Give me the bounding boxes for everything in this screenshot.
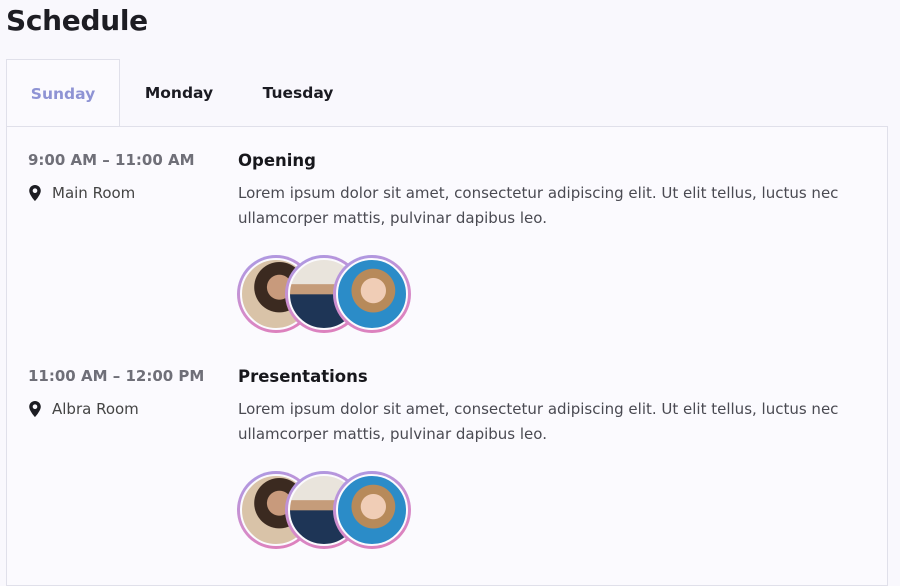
session-description: Lorem ipsum dolor sit amet, consectetur … [238, 184, 839, 227]
session-location: Main Room [28, 184, 135, 202]
schedule-panel: 9:00 AM – 11:00 AM Main Room Opening Lor… [6, 126, 888, 586]
location-label: Main Room [52, 184, 136, 202]
day-tabs: Sunday Monday Tuesday [6, 59, 358, 128]
session-description: Lorem ipsum dolor sit amet, consectetur … [238, 400, 839, 443]
tab-sunday[interactable]: Sunday [6, 59, 120, 128]
location-label: Albra Room [52, 400, 139, 418]
session-time: 11:00 AM – 12:00 PM [28, 367, 205, 385]
tab-monday[interactable]: Monday [120, 59, 238, 127]
tab-tuesday[interactable]: Tuesday [238, 59, 358, 127]
session-location: Albra Room [28, 400, 139, 418]
speaker-avatar[interactable] [333, 255, 411, 333]
session-item: 9:00 AM – 11:00 AM Main Room Opening Lor… [7, 127, 887, 337]
session-time: 9:00 AM – 11:00 AM [28, 151, 195, 169]
map-pin-icon [29, 401, 41, 417]
session-item: 11:00 AM – 12:00 PM Albra Room Presentat… [7, 343, 887, 553]
speaker-avatars [237, 255, 417, 333]
map-pin-icon [29, 185, 41, 201]
speaker-avatar[interactable] [333, 471, 411, 549]
page-title: Schedule [6, 4, 148, 37]
session-title: Presentations [238, 367, 368, 386]
speaker-avatars [237, 471, 417, 549]
session-title: Opening [238, 151, 316, 170]
